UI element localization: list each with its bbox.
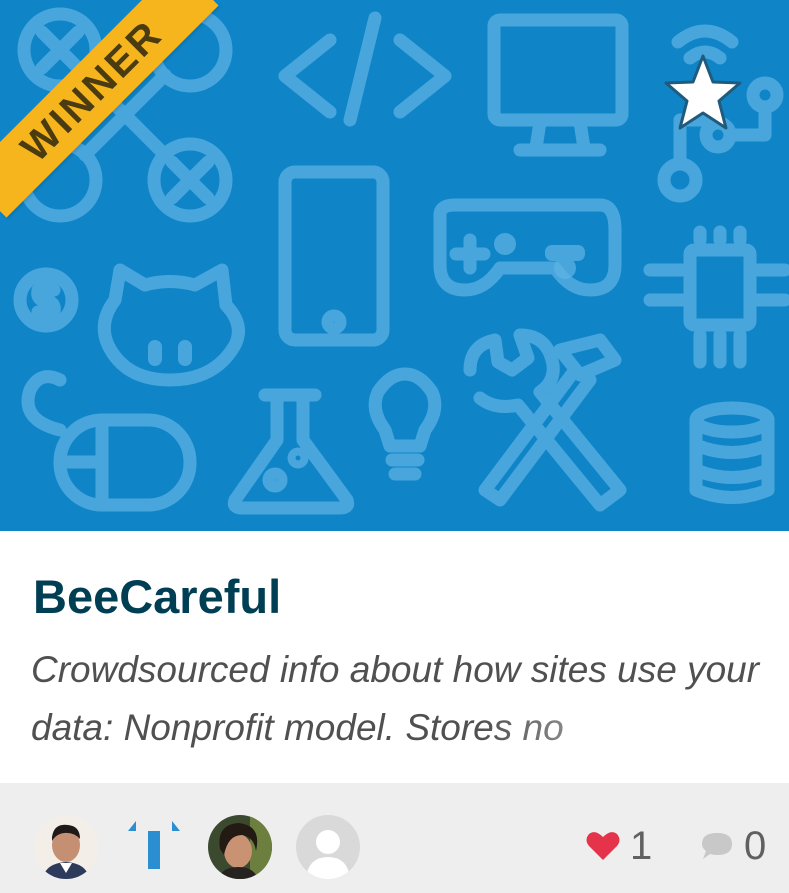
comment-icon (702, 833, 732, 859)
project-title[interactable]: BeeCareful (33, 569, 281, 625)
winner-label: WINNER (0, 0, 219, 218)
comments-count: 0 (744, 824, 767, 868)
avatar-logo (122, 815, 186, 879)
likes-count: 1 (630, 824, 653, 868)
winner-ribbon: WINNER (0, 0, 240, 240)
team-member-avatar[interactable] (122, 815, 186, 879)
avatar-photo (34, 815, 98, 879)
project-info: BeeCareful Crowdsourced info about how s… (0, 531, 789, 783)
winner-star-button[interactable] (662, 52, 744, 132)
avatar-photo (208, 815, 272, 879)
heart-icon (586, 832, 620, 860)
star-icon (664, 54, 742, 130)
project-footer: 1 0 (0, 783, 789, 893)
default-user-icon (296, 815, 360, 879)
team-member-avatar[interactable] (296, 815, 360, 879)
team-member-avatar[interactable] (208, 815, 272, 879)
likes-counter[interactable]: 1 (586, 821, 652, 871)
comments-counter[interactable]: 0 (700, 821, 766, 871)
team-member-avatar[interactable] (34, 815, 98, 879)
project-description: Crowdsourced info about how sites use yo… (31, 649, 760, 748)
project-thumbnail[interactable]: WINNER (0, 0, 789, 531)
project-card[interactable]: WINNER BeeCareful Crowdsourced info abou… (0, 0, 789, 893)
